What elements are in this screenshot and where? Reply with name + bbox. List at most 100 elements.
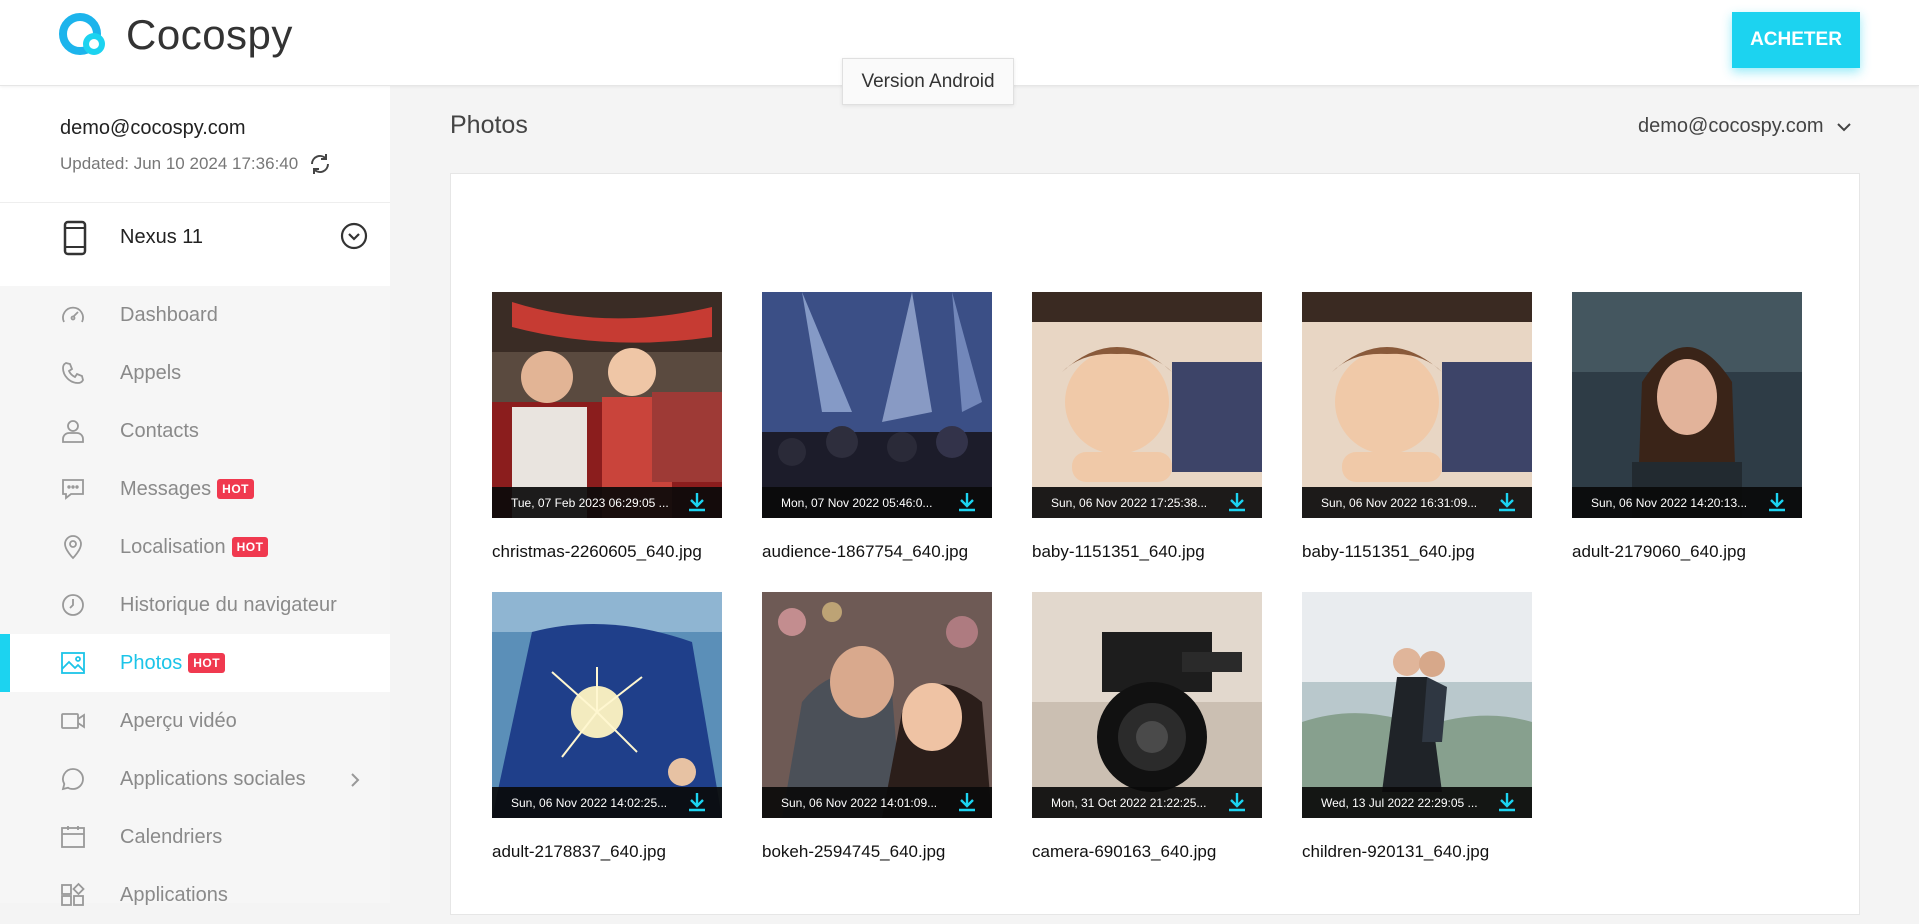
photo-thumbnail[interactable]: Sun, 06 Nov 2022 14:20:13... — [1572, 292, 1802, 518]
logo-text: Cocospy — [126, 11, 293, 58]
sidebar-item-label: Aperçu vidéo — [120, 709, 237, 732]
hot-badge: HOT — [188, 653, 226, 673]
photo-thumbnail[interactable]: Mon, 31 Oct 2022 21:22:25... — [1032, 592, 1262, 818]
photo-item[interactable]: Sun, 06 Nov 2022 14:01:09... bokeh-25947… — [762, 592, 992, 862]
photo-filename: baby-1151351_640.jpg — [1302, 542, 1475, 561]
download-icon[interactable] — [686, 791, 708, 813]
buy-button[interactable]: ACHETER — [1732, 12, 1860, 68]
photo-filename: children-920131_640.jpg — [1302, 842, 1490, 861]
chat-icon — [61, 768, 84, 791]
sidebar-item-label: Messages — [120, 477, 212, 500]
photo-icon — [61, 652, 85, 674]
photo-date-bar: Sun, 06 Nov 2022 16:31:09... — [1302, 487, 1532, 518]
photo-filename: adult-2179060_640.jpg — [1572, 542, 1746, 561]
sidebar-item-label: Dashboard — [120, 303, 218, 326]
photo-date: Sun, 06 Nov 2022 16:31:09... — [1321, 495, 1478, 510]
download-icon[interactable] — [956, 491, 978, 513]
photo-image — [1032, 592, 1262, 818]
sidebar-item-contacts[interactable]: Contacts — [0, 402, 390, 460]
photo-date: Sun, 06 Nov 2022 14:20:13... — [1591, 495, 1748, 510]
logo[interactable]: Cocospy — [58, 10, 293, 60]
phone-icon — [62, 362, 84, 384]
sidebar-item-applications[interactable]: Applications — [0, 866, 390, 924]
dashboard-icon — [62, 306, 84, 323]
download-icon[interactable] — [1766, 491, 1788, 513]
photo-thumbnail[interactable]: Sun, 06 Nov 2022 14:02:25... — [492, 592, 722, 818]
photo-date: Sun, 06 Nov 2022 17:25:38... — [1051, 495, 1208, 510]
photo-thumbnail[interactable]: Wed, 13 Jul 2022 22:29:05 ... — [1302, 592, 1532, 818]
photo-date-bar: Mon, 07 Nov 2022 05:46:0... — [762, 487, 992, 518]
sidebar-item-photos[interactable]: Photos HOT — [0, 634, 390, 692]
download-icon[interactable] — [1226, 491, 1248, 513]
sidebar-item-appels[interactable]: Appels — [0, 344, 390, 402]
photo-date: Mon, 07 Nov 2022 05:46:0... — [781, 495, 933, 510]
photo-thumbnail[interactable]: Sun, 06 Nov 2022 16:31:09... — [1302, 292, 1532, 518]
photo-item[interactable]: Tue, 07 Feb 2023 06:29:05 ... christmas-… — [492, 292, 722, 562]
updated-timestamp: Updated: Jun 10 2024 17:36:40 — [60, 152, 332, 176]
photo-date-bar: Sun, 06 Nov 2022 14:02:25... — [492, 787, 722, 818]
sidebar-item-label: Localisation — [120, 535, 226, 558]
account-dropdown-label: demo@cocospy.com — [1638, 115, 1824, 137]
photo-item[interactable]: Sun, 06 Nov 2022 17:25:38... baby-115135… — [1032, 292, 1262, 562]
refresh-icon[interactable] — [308, 152, 332, 176]
photo-date: Wed, 13 Jul 2022 22:29:05 ... — [1321, 795, 1478, 810]
sidebar-item-calendriers[interactable]: Calendriers — [0, 808, 390, 866]
apps-icon — [61, 882, 85, 906]
sidebar-item-label: Historique du navigateur — [120, 593, 337, 616]
photo-grid: Tue, 07 Feb 2023 06:29:05 ... christmas-… — [450, 173, 1860, 915]
photo-thumbnail[interactable]: Sun, 06 Nov 2022 14:01:09... — [762, 592, 992, 818]
photo-thumbnail[interactable]: Mon, 07 Nov 2022 05:46:0... — [762, 292, 992, 518]
photo-filename: baby-1151351_640.jpg — [1032, 542, 1205, 561]
photo-item[interactable]: Mon, 07 Nov 2022 05:46:0... audience-186… — [762, 292, 992, 562]
sidebar-item-historique[interactable]: Historique du navigateur — [0, 576, 390, 634]
photo-filename: camera-690163_640.jpg — [1032, 842, 1217, 861]
photo-image — [762, 292, 992, 518]
photo-item[interactable]: Mon, 31 Oct 2022 21:22:25... camera-6901… — [1032, 592, 1262, 862]
photo-item[interactable]: Sun, 06 Nov 2022 14:02:25... adult-21788… — [492, 592, 722, 862]
photo-image — [1302, 292, 1532, 518]
download-icon[interactable] — [686, 491, 708, 513]
account-dropdown[interactable]: demo@cocospy.com — [1638, 115, 1852, 138]
photo-item[interactable]: Wed, 13 Jul 2022 22:29:05 ... children-9… — [1302, 592, 1532, 862]
chevron-right-icon — [351, 773, 360, 787]
photo-date-bar: Sun, 06 Nov 2022 14:01:09... — [762, 787, 992, 818]
sidebar-item-dashboard[interactable]: Dashboard — [0, 286, 390, 344]
sidebar-item-label: Appels — [120, 361, 182, 384]
download-icon[interactable] — [1226, 791, 1248, 813]
page-title: Photos — [450, 111, 528, 139]
photo-image — [492, 292, 722, 518]
device-name: Nexus 11 — [120, 226, 204, 248]
main-content: Photos demo@cocospy.com Tue, 07 Feb 2023… — [390, 86, 1919, 915]
photo-image — [762, 592, 992, 818]
chevron-down-circle-icon[interactable] — [340, 222, 368, 250]
photo-date-bar: Sun, 06 Nov 2022 17:25:38... — [1032, 487, 1262, 518]
sidebar-item-label: Applications — [120, 883, 228, 906]
clock-icon — [62, 594, 84, 616]
photo-filename: audience-1867754_640.jpg — [762, 542, 969, 561]
download-icon[interactable] — [1496, 491, 1518, 513]
sidebar-item-apercu-video[interactable]: Aperçu vidéo — [0, 692, 390, 750]
account-email: demo@cocospy.com — [60, 117, 246, 139]
sidebar-item-applications-sociales[interactable]: Applications sociales — [0, 750, 390, 808]
photo-image — [1032, 292, 1262, 518]
photo-item[interactable]: Sun, 06 Nov 2022 16:31:09... baby-115135… — [1302, 292, 1532, 562]
photo-date: Sun, 06 Nov 2022 14:01:09... — [781, 795, 938, 810]
hot-badge: HOT — [231, 537, 269, 557]
photo-image — [492, 592, 722, 818]
photo-date: Tue, 07 Feb 2023 06:29:05 ... — [511, 495, 669, 510]
sidebar-item-localisation[interactable]: Localisation HOT — [0, 518, 390, 576]
photo-item[interactable]: Sun, 06 Nov 2022 14:20:13... adult-21790… — [1572, 292, 1802, 562]
sidebar: demo@cocospy.com Updated: Jun 10 2024 17… — [0, 86, 390, 906]
photo-thumbnail[interactable]: Tue, 07 Feb 2023 06:29:05 ... — [492, 292, 722, 518]
video-icon — [61, 713, 85, 729]
sidebar-item-label: Applications sociales — [120, 767, 306, 790]
sidebar-item-messages[interactable]: Messages HOT — [0, 460, 390, 518]
download-icon[interactable] — [1496, 791, 1518, 813]
updated-text: Updated: Jun 10 2024 17:36:40 — [60, 154, 299, 173]
cocospy-logo-icon — [59, 13, 105, 55]
sidebar-item-label: Contacts — [120, 419, 199, 442]
photo-thumbnail[interactable]: Sun, 06 Nov 2022 17:25:38... — [1032, 292, 1262, 518]
download-icon[interactable] — [956, 791, 978, 813]
sidebar-menu: Dashboard Appels Contacts Messages HOT Lo… — [0, 286, 390, 924]
photo-date-bar: Mon, 31 Oct 2022 21:22:25... — [1032, 787, 1262, 818]
